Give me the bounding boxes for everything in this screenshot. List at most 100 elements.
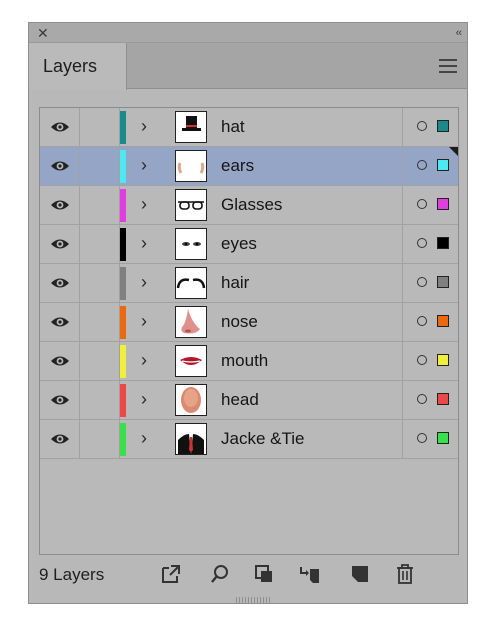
selection-indicator[interactable] — [437, 159, 449, 171]
selection-indicator[interactable] — [437, 276, 449, 288]
lock-toggle[interactable] — [80, 342, 120, 380]
chevron-right-icon[interactable]: › — [141, 233, 147, 254]
selection-indicator[interactable] — [437, 354, 449, 366]
layer-row[interactable]: › eyes — [40, 225, 458, 264]
nose-thumb — [175, 306, 207, 338]
target-icon[interactable] — [417, 238, 427, 248]
target-icon[interactable] — [417, 355, 427, 365]
selection-indicator[interactable] — [437, 315, 449, 327]
search-icon[interactable] — [209, 563, 231, 585]
layer-count: 9 Layers — [39, 565, 105, 584]
eye-icon — [51, 278, 69, 288]
target-cell — [402, 186, 460, 224]
chevron-right-icon[interactable]: › — [141, 311, 147, 332]
layer-row[interactable]: › ears — [40, 147, 458, 186]
eye-icon — [51, 395, 69, 405]
current-layer-indicator — [449, 147, 458, 156]
target-icon[interactable] — [417, 433, 427, 443]
lock-toggle[interactable] — [80, 108, 120, 146]
target-icon[interactable] — [417, 160, 427, 170]
lock-toggle[interactable] — [80, 186, 120, 224]
tab-layers[interactable]: Layers — [29, 43, 127, 90]
visibility-toggle[interactable] — [40, 108, 80, 146]
lock-toggle[interactable] — [80, 420, 120, 458]
layer-color-bar — [120, 150, 126, 183]
visibility-toggle[interactable] — [40, 186, 80, 224]
target-cell — [402, 381, 460, 419]
selection-indicator[interactable] — [437, 393, 449, 405]
collapse-icon[interactable]: ‹‹ — [456, 24, 462, 42]
chevron-right-icon[interactable]: › — [141, 272, 147, 293]
layer-color-bar — [120, 306, 126, 339]
layer-row[interactable]: › Jacke &Tie — [40, 420, 458, 459]
lock-toggle[interactable] — [80, 147, 120, 185]
visibility-toggle[interactable] — [40, 303, 80, 341]
layer-row[interactable]: › head — [40, 381, 458, 420]
new-layer-icon[interactable] — [349, 563, 371, 585]
target-cell — [402, 420, 460, 458]
selection-indicator[interactable] — [437, 432, 449, 444]
panel-menu-icon[interactable] — [439, 59, 457, 77]
lock-toggle[interactable] — [80, 381, 120, 419]
target-cell — [402, 342, 460, 380]
trash-icon[interactable] — [394, 563, 416, 585]
eye-icon — [51, 122, 69, 132]
layer-name: nose — [221, 312, 258, 331]
layer-row[interactable]: › nose — [40, 303, 458, 342]
visibility-toggle[interactable] — [40, 147, 80, 185]
eye-icon — [51, 434, 69, 444]
eyes-thumb — [175, 228, 207, 260]
visibility-toggle[interactable] — [40, 225, 80, 263]
layer-color-bar — [120, 345, 126, 378]
ears-thumb — [175, 150, 207, 182]
layer-row[interactable]: › hat — [40, 108, 458, 147]
visibility-toggle[interactable] — [40, 264, 80, 302]
panel-footer: 9 Layers — [29, 555, 467, 595]
chevron-right-icon[interactable]: › — [141, 194, 147, 215]
layer-row[interactable]: › hair — [40, 264, 458, 303]
chevron-right-icon[interactable]: › — [141, 155, 147, 176]
panel-titlebar: ✕ ‹‹ — [29, 23, 467, 43]
chevron-right-icon[interactable]: › — [141, 116, 147, 137]
target-icon[interactable] — [417, 394, 427, 404]
layer-name: head — [221, 390, 259, 409]
layer-list: › hat › ears › Glasses › eyes › hair › nose › mouth › h… — [39, 107, 459, 555]
chevron-right-icon[interactable]: › — [141, 389, 147, 410]
target-icon[interactable] — [417, 199, 427, 209]
lock-toggle[interactable] — [80, 303, 120, 341]
lock-toggle[interactable] — [80, 264, 120, 302]
eye-icon — [51, 200, 69, 210]
visibility-toggle[interactable] — [40, 342, 80, 380]
layer-name: hat — [221, 117, 245, 136]
resize-grip[interactable] — [236, 597, 270, 603]
visibility-toggle[interactable] — [40, 381, 80, 419]
layer-color-bar — [120, 423, 126, 456]
selection-indicator[interactable] — [437, 120, 449, 132]
export-icon[interactable] — [160, 563, 182, 585]
layer-color-bar — [120, 267, 126, 300]
target-icon[interactable] — [417, 277, 427, 287]
chevron-right-icon[interactable]: › — [141, 428, 147, 449]
hat-thumb — [175, 111, 207, 143]
layer-name: Glasses — [221, 195, 283, 214]
mouth-thumb — [175, 345, 207, 377]
chevron-right-icon[interactable]: › — [141, 350, 147, 371]
close-icon[interactable]: ✕ — [37, 24, 49, 42]
lock-toggle[interactable] — [80, 225, 120, 263]
layer-row[interactable]: › mouth — [40, 342, 458, 381]
selection-indicator[interactable] — [437, 237, 449, 249]
move-to-layer-icon[interactable] — [299, 563, 321, 585]
target-icon[interactable] — [417, 121, 427, 131]
layer-color-bar — [120, 384, 126, 417]
tab-row: Layers — [29, 43, 467, 90]
selection-indicator[interactable] — [437, 198, 449, 210]
target-icon[interactable] — [417, 316, 427, 326]
eye-icon — [51, 356, 69, 366]
target-cell — [402, 303, 460, 341]
clipping-mask-icon[interactable] — [253, 563, 275, 585]
layer-row[interactable]: › Glasses — [40, 186, 458, 225]
layer-color-bar — [120, 111, 126, 144]
eye-icon — [51, 317, 69, 327]
visibility-toggle[interactable] — [40, 420, 80, 458]
layer-color-bar — [120, 228, 126, 261]
